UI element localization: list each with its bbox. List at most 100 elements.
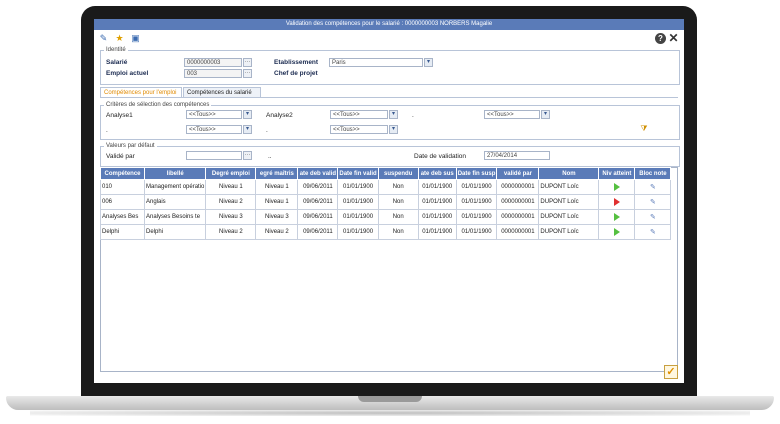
cell-date-deb-susp[interactable]: 01/01/1900	[417, 194, 457, 210]
filter-icon[interactable]: ⧩	[639, 124, 649, 134]
etablissement-select[interactable]: Paris	[329, 58, 423, 67]
identite-legend: Identité	[106, 47, 126, 53]
analyse2-label: Analyse2	[266, 112, 293, 119]
cell-date-fin-valid[interactable]: 01/01/1900	[337, 224, 379, 240]
cell-date-deb-susp[interactable]: 01/01/1900	[417, 224, 457, 240]
column-header[interactable]: egré maîtris	[255, 167, 299, 180]
cell-date-fin-valid[interactable]: 01/01/1900	[337, 179, 379, 195]
valide-par-field[interactable]	[186, 151, 242, 160]
defaut-legend: Valeurs par défaut	[106, 143, 155, 149]
cell-degre-emploi: Niveau 2	[205, 224, 257, 240]
emploi-field[interactable]: 003	[184, 69, 242, 78]
table-row[interactable]: 006 Anglais Niveau 2 Niveau 1 09/06/2011…	[100, 194, 672, 210]
tab-competences-salarie[interactable]: Compétences du salarié	[183, 87, 261, 97]
date-validation-field[interactable]: 27/04/2014	[484, 151, 550, 160]
tab-competences-emploi[interactable]: Compétences pour l'emploi	[100, 87, 182, 97]
cell-date-fin-susp[interactable]: 01/01/1900	[455, 224, 498, 240]
pencil-icon[interactable]: ✎	[650, 198, 656, 206]
table-row[interactable]: 010 Management opératio Niveau 1 Niveau …	[100, 179, 672, 195]
column-header[interactable]: ate deb valid	[297, 167, 339, 180]
cell-libelle: Analyses Besoins te	[143, 209, 207, 225]
column-header[interactable]: Niv atteint	[598, 167, 636, 180]
chevron-down-icon[interactable]: ▾	[541, 110, 550, 119]
cell-nom: DUPONT Loïc	[538, 194, 600, 210]
row2-select-1[interactable]: <<Tous>>	[186, 125, 242, 134]
chevron-down-icon[interactable]: ▾	[243, 110, 252, 119]
cell-date-fin-susp[interactable]: 01/01/1900	[455, 209, 498, 225]
date-validation-label: Date de validation	[414, 153, 467, 160]
chevron-down-icon[interactable]: ▾	[389, 125, 398, 134]
analyse2-select[interactable]: <<Tous>>	[330, 110, 388, 119]
column-header[interactable]: Date fin susp	[455, 167, 498, 180]
pencil-icon[interactable]: ✎	[650, 213, 656, 221]
cell-date-fin-susp[interactable]: 01/01/1900	[455, 194, 498, 210]
play-icon	[613, 183, 620, 191]
cell-bloc-note[interactable]: ✎	[634, 209, 672, 225]
cell-valide-par[interactable]: 0000000001	[496, 209, 540, 225]
cell-date-deb-valid[interactable]: 09/06/2011	[297, 224, 339, 240]
cell-valide-par[interactable]: 0000000001	[496, 224, 540, 240]
competences-table: Compétence libellé Degré emploi egré maî…	[100, 167, 672, 240]
print-icon[interactable]: ▣	[130, 33, 141, 44]
analyse3-select[interactable]: <<Tous>>	[484, 110, 540, 119]
cell-bloc-note[interactable]: ✎	[634, 194, 672, 210]
cell-date-deb-susp[interactable]: 01/01/1900	[417, 209, 457, 225]
table-row[interactable]: Analyses Bes Analyses Besoins te Niveau …	[100, 209, 672, 225]
column-header[interactable]: Compétence	[100, 167, 145, 180]
cell-competence: 006	[100, 194, 145, 210]
validate-button[interactable]: ✓	[664, 365, 678, 379]
cell-degre-maitrise[interactable]: Niveau 1	[255, 179, 299, 195]
chevron-down-icon[interactable]: ▾	[424, 58, 433, 67]
cell-date-fin-susp[interactable]: 01/01/1900	[455, 179, 498, 195]
cell-degre-maitrise[interactable]: Niveau 1	[255, 194, 299, 210]
cell-date-deb-valid[interactable]: 09/06/2011	[297, 179, 339, 195]
cell-libelle: Management opératio	[143, 179, 207, 195]
cell-degre-maitrise[interactable]: Niveau 2	[255, 224, 299, 240]
row2-label-2: .	[266, 127, 268, 134]
etablissement-label: Etablissement	[274, 59, 319, 66]
cell-degre-emploi: Niveau 1	[205, 179, 257, 195]
cell-date-fin-valid[interactable]: 01/01/1900	[337, 209, 379, 225]
cell-date-deb-susp[interactable]: 01/01/1900	[417, 179, 457, 195]
wand-icon[interactable]: ✎	[98, 33, 109, 44]
salarie-lookup-button[interactable]: ···	[243, 58, 252, 67]
column-header[interactable]: Bloc note	[634, 167, 672, 180]
column-header[interactable]: ate deb sus	[417, 167, 457, 180]
cell-valide-par[interactable]: 0000000001	[496, 179, 540, 195]
help-icon[interactable]: ?	[655, 33, 666, 44]
pencil-icon[interactable]: ✎	[650, 183, 656, 191]
column-header[interactable]: suspendu	[377, 167, 419, 180]
salarie-field[interactable]: 0000000003	[184, 58, 242, 67]
cell-libelle: Delphi	[143, 224, 207, 240]
row2-label-1: .	[106, 127, 108, 134]
column-header[interactable]: Date fin valid	[337, 167, 379, 180]
chevron-down-icon[interactable]: ▾	[243, 125, 252, 134]
valide-par-lookup-button[interactable]: ···	[243, 151, 252, 160]
chevron-down-icon[interactable]: ▾	[389, 110, 398, 119]
valide-par-label: Validé par	[106, 153, 135, 160]
analyse1-select[interactable]: <<Tous>>	[186, 110, 242, 119]
cell-competence: Delphi	[100, 224, 145, 240]
cell-valide-par[interactable]: 0000000001	[496, 194, 540, 210]
cell-suspendu[interactable]: Non	[377, 194, 419, 210]
cell-niv-atteint	[598, 194, 636, 210]
cell-bloc-note[interactable]: ✎	[634, 179, 672, 195]
column-header[interactable]: libellé	[143, 167, 207, 180]
table-row[interactable]: Delphi Delphi Niveau 2 Niveau 2 09/06/20…	[100, 224, 672, 240]
cell-date-deb-valid[interactable]: 09/06/2011	[297, 209, 339, 225]
emploi-lookup-button[interactable]: ···	[243, 69, 252, 78]
cell-bloc-note[interactable]: ✎	[634, 224, 672, 240]
cell-date-deb-valid[interactable]: 09/06/2011	[297, 194, 339, 210]
close-icon[interactable]: ✕	[668, 32, 679, 44]
pencil-icon[interactable]: ✎	[650, 228, 656, 236]
column-header[interactable]: Nom	[538, 167, 600, 180]
cell-suspendu[interactable]: Non	[377, 224, 419, 240]
cell-date-fin-valid[interactable]: 01/01/1900	[337, 194, 379, 210]
row2-select-2[interactable]: <<Tous>>	[330, 125, 388, 134]
cell-degre-maitrise[interactable]: Niveau 3	[255, 209, 299, 225]
star-icon[interactable]: ★	[114, 33, 125, 44]
cell-suspendu[interactable]: Non	[377, 179, 419, 195]
column-header[interactable]: validé par	[496, 167, 540, 180]
cell-suspendu[interactable]: Non	[377, 209, 419, 225]
column-header[interactable]: Degré emploi	[205, 167, 257, 180]
